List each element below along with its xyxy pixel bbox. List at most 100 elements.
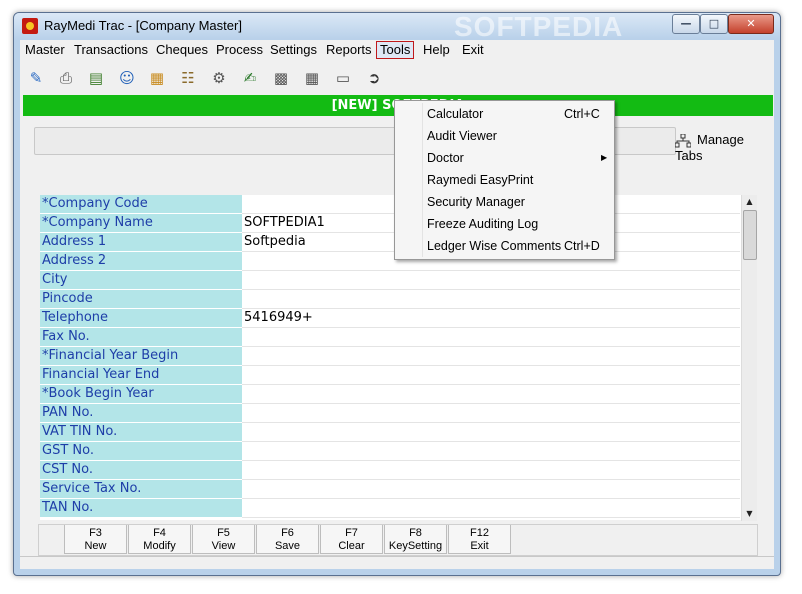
form-row-gst: GST No.	[40, 442, 741, 461]
hierarchy-icon	[675, 133, 691, 148]
calendar-icon[interactable]: ▦	[300, 66, 324, 90]
menu-item-label: Raymedi EasyPrint	[427, 173, 534, 187]
field-value[interactable]	[242, 480, 740, 499]
menu-settings[interactable]: Settings	[267, 42, 320, 58]
field-value[interactable]	[242, 271, 740, 290]
scroll-thumb[interactable]	[743, 210, 757, 260]
menu-reports[interactable]: Reports	[323, 42, 375, 58]
vertical-scrollbar[interactable]: ▲ ▼	[741, 195, 757, 521]
menu-master[interactable]: Master	[22, 42, 68, 58]
menu-item-label: Calculator	[427, 107, 484, 121]
title-bar[interactable]: RayMedi Trac - [Company Master] SOFTPEDI…	[14, 13, 780, 42]
field-label: *Financial Year Begin	[40, 347, 242, 366]
settings-icon[interactable]: ⚙	[207, 66, 231, 90]
maximize-button[interactable]: □	[700, 14, 728, 34]
book-icon[interactable]: ✎	[24, 66, 48, 90]
fkey-code: F3	[89, 527, 102, 539]
manage-tabs-button[interactable]: Manage Tabs	[675, 132, 774, 163]
menu-item-label: Audit Viewer	[427, 129, 497, 143]
f7-clear-button[interactable]: F7 Clear	[320, 525, 383, 554]
field-value[interactable]	[242, 347, 740, 366]
fkey-code: F12	[470, 527, 489, 539]
menu-item-ledger-comments[interactable]: Ledger Wise Comments Ctrl+D	[398, 235, 611, 257]
field-value[interactable]	[242, 442, 740, 461]
exit-icon[interactable]: ➲	[362, 66, 386, 90]
menu-transactions[interactable]: Transactions	[71, 42, 151, 58]
menu-item-freeze-auditing-log[interactable]: Freeze Auditing Log	[398, 213, 611, 235]
form-row-fy-end: Financial Year End	[40, 366, 741, 385]
menu-item-doctor[interactable]: Doctor ▶	[398, 147, 611, 169]
f5-view-button[interactable]: F5 View	[192, 525, 255, 554]
field-label: Pincode	[40, 290, 242, 309]
users-icon[interactable]: ☺	[115, 66, 139, 90]
form-row-telephone: Telephone 5416949+	[40, 309, 741, 328]
menu-tools[interactable]: Tools	[376, 41, 415, 59]
app-window: RayMedi Trac - [Company Master] SOFTPEDI…	[13, 12, 781, 576]
app-logo-icon[interactable]	[22, 18, 38, 34]
f8-keysetting-button[interactable]: F8 KeySetting	[384, 525, 447, 554]
field-value[interactable]	[242, 328, 740, 347]
close-button[interactable]: ✕	[728, 14, 774, 34]
form-row-pincode: Pincode	[40, 290, 741, 309]
form-row-service-tax: Service Tax No.	[40, 480, 741, 499]
submenu-arrow-icon: ▶	[601, 153, 608, 162]
fkey-code: F6	[281, 527, 294, 539]
field-value[interactable]: 5416949+	[242, 309, 740, 328]
menu-item-calculator[interactable]: Calculator Ctrl+C	[398, 103, 611, 125]
f6-save-button[interactable]: F6 Save	[256, 525, 319, 554]
chart-icon[interactable]: ▩	[269, 66, 293, 90]
field-label: VAT TIN No.	[40, 423, 242, 442]
field-label: City	[40, 271, 242, 290]
field-value[interactable]	[242, 423, 740, 442]
menu-help[interactable]: Help	[420, 42, 453, 58]
watermark: SOFTPEDIA	[454, 12, 624, 42]
scroll-up-icon[interactable]: ▲	[743, 195, 756, 209]
menu-item-label: Freeze Auditing Log	[427, 217, 539, 231]
fkey-code: F5	[217, 527, 230, 539]
field-value[interactable]	[242, 385, 740, 404]
field-value[interactable]	[242, 461, 740, 480]
field-label: Fax No.	[40, 328, 242, 347]
fkey-label: View	[211, 540, 236, 552]
form-row-fax: Fax No.	[40, 328, 741, 347]
field-value[interactable]	[242, 404, 740, 423]
menu-item-security-manager[interactable]: Security Manager	[398, 191, 611, 213]
field-label: GST No.	[40, 442, 242, 461]
fkey-code: F4	[153, 527, 166, 539]
minimize-button[interactable]: —	[672, 14, 700, 34]
form-row-book-begin-year: *Book Begin Year	[40, 385, 741, 404]
f3-new-button[interactable]: F3 New	[64, 525, 127, 554]
boxes-icon[interactable]: ▦	[145, 66, 169, 90]
menu-bar: Master Transactions Cheques Process Sett…	[20, 40, 774, 60]
menu-cheques[interactable]: Cheques	[153, 42, 211, 58]
field-label: Telephone	[40, 309, 242, 328]
form-row-address-1: Address 1 Softpedia	[40, 233, 741, 252]
fkey-label: KeySetting	[388, 540, 443, 552]
printer-icon[interactable]: ⎙	[54, 66, 78, 90]
edit-icon[interactable]: ✍	[238, 66, 262, 90]
menu-exit[interactable]: Exit	[459, 42, 487, 58]
field-label: *Company Name	[40, 214, 242, 233]
menu-item-label: Security Manager	[427, 195, 525, 209]
scroll-down-icon[interactable]: ▼	[743, 507, 756, 521]
form-row-address-2: Address 2	[40, 252, 741, 271]
field-value[interactable]	[242, 290, 740, 309]
field-label: CST No.	[40, 461, 242, 480]
field-value[interactable]	[242, 499, 740, 518]
menu-item-audit-viewer[interactable]: Audit Viewer	[398, 125, 611, 147]
field-value[interactable]	[242, 366, 740, 385]
form-row-company-name: *Company Name SOFTPEDIA1	[40, 214, 741, 233]
document-icon[interactable]: ☷	[176, 66, 200, 90]
status-bar	[20, 556, 774, 569]
tools-dropdown-menu: Calculator Ctrl+C Audit Viewer Doctor ▶ …	[394, 100, 615, 260]
menu-process[interactable]: Process	[213, 42, 266, 58]
form-row-company-code: *Company Code	[40, 195, 741, 214]
report-icon[interactable]: ▤	[84, 66, 108, 90]
form-row-city: City	[40, 271, 741, 290]
f4-modify-button[interactable]: F4 Modify	[128, 525, 191, 554]
card-icon[interactable]: ▭	[331, 66, 355, 90]
menu-item-easyprint[interactable]: Raymedi EasyPrint	[398, 169, 611, 191]
f12-exit-button[interactable]: F12 Exit	[448, 525, 511, 554]
toolbar: ✎ ⎙ ▤ ☺ ▦ ☷ ⚙ ✍ ▩ ▦ ▭ ➲	[20, 62, 774, 94]
client-area: Master Transactions Cheques Process Sett…	[20, 40, 774, 569]
